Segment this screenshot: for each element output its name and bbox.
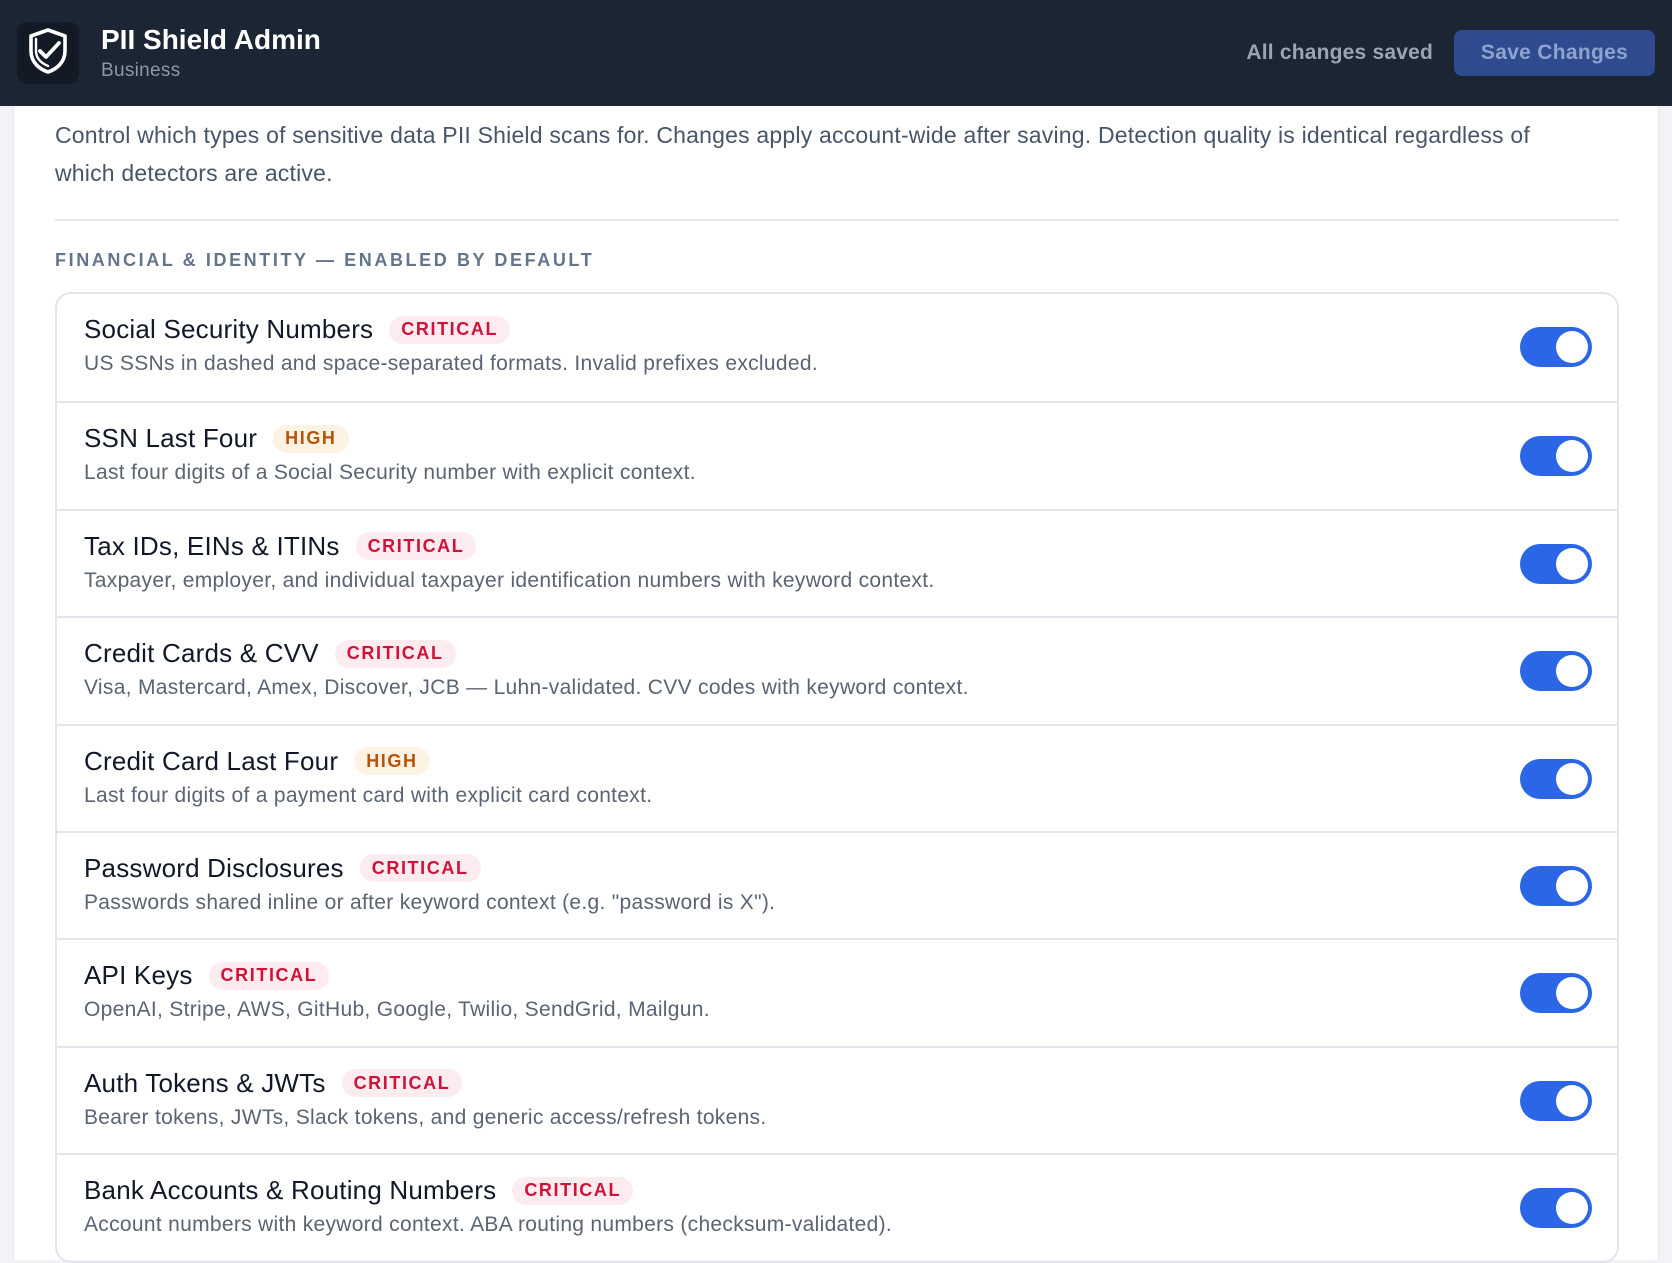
detector-title: Credit Cards & CVV: [84, 638, 319, 669]
detector-description: Last four digits of a Social Security nu…: [84, 461, 696, 485]
severity-badge: CRITICAL: [359, 854, 481, 883]
detector-title: Auth Tokens & JWTs: [84, 1067, 326, 1098]
detector-toggle[interactable]: [1520, 758, 1592, 799]
detector-row: Social Security Numbers CRITICAL US SSNs i…: [57, 294, 1617, 401]
detector-title: SSN Last Four: [84, 423, 258, 454]
detector-title-line: Credit Cards & CVV CRITICAL: [84, 638, 456, 669]
detector-description: Visa, Mastercard, Amex, Discover, JCB — …: [84, 676, 969, 700]
detector-toggle[interactable]: [1520, 865, 1592, 906]
toggle-knob: [1556, 440, 1588, 473]
detector-title: API Keys: [84, 960, 193, 991]
toggle-knob: [1556, 977, 1588, 1010]
divider: [55, 219, 1619, 221]
detector-title-line: Auth Tokens & JWTs CRITICAL: [84, 1067, 463, 1099]
detector-toggle[interactable]: [1520, 543, 1592, 584]
severity-badge: HIGH: [273, 424, 349, 453]
detector-list: Social Security Numbers CRITICAL US SSNs i…: [55, 292, 1619, 1263]
severity-badge: HIGH: [354, 747, 430, 776]
toggle-knob: [1556, 762, 1588, 795]
detector-row: Auth Tokens & JWTs CRITICAL Bearer tokens,…: [57, 1045, 1617, 1153]
logo: [17, 22, 79, 84]
detector-description: Last four digits of a payment card with …: [84, 783, 653, 807]
detector-row: Credit Card Last Four HIGH Last four digit…: [57, 723, 1617, 831]
detector-toggle[interactable]: [1520, 1188, 1592, 1229]
severity-badge: CRITICAL: [341, 1069, 463, 1098]
detector-title-line: Password Disclosures CRITICAL: [84, 853, 481, 884]
toggle-knob: [1556, 331, 1588, 363]
detector-title: Social Security Numbers: [84, 314, 374, 344]
detector-title-line: API Keys CRITICAL: [84, 960, 330, 991]
save-changes-button[interactable]: Save Changes: [1454, 30, 1655, 76]
severity-badge: CRITICAL: [389, 315, 511, 344]
settings-panel: Control which types of sensitive data PI…: [13, 106, 1659, 1263]
toggle-knob: [1556, 547, 1588, 580]
detector-title: Password Disclosures: [84, 852, 344, 883]
detector-description: US SSNs in dashed and space-separated fo…: [84, 352, 818, 375]
detector-description: Bearer tokens, JWTs, Slack tokens, and g…: [84, 1105, 767, 1129]
severity-badge: CRITICAL: [208, 961, 330, 990]
intro-text: Control which types of sensitive data PI…: [55, 122, 1530, 186]
detector-title: Credit Card Last Four: [84, 745, 339, 776]
detector-row: Credit Cards & CVV CRITICAL Visa, Masterca…: [57, 616, 1617, 723]
detector-title-line: SSN Last Four HIGH: [84, 423, 349, 454]
severity-badge: CRITICAL: [355, 532, 477, 561]
detector-title-line: Social Security Numbers CRITICAL: [84, 314, 511, 345]
detector-title-line: Tax IDs, EINs & ITINs CRITICAL: [84, 530, 477, 562]
section-heading: FINANCIAL & IDENTITY — ENABLED BY DEFAUL…: [55, 250, 595, 270]
toggle-knob: [1556, 655, 1588, 688]
detector-description: OpenAI, Stripe, AWS, GitHub, Google, Twi…: [84, 998, 710, 1022]
detector-row: API Keys CRITICAL OpenAI, Stripe, AWS, Git…: [57, 938, 1617, 1045]
detector-toggle[interactable]: [1520, 1080, 1592, 1121]
detector-toggle[interactable]: [1520, 436, 1592, 477]
detector-description: Taxpayer, employer, and individual taxpa…: [84, 568, 935, 592]
severity-badge: CRITICAL: [512, 1176, 634, 1205]
detector-title-line: Bank Accounts & Routing Numbers CRITICAL: [84, 1175, 634, 1206]
detector-title-line: Credit Card Last Four HIGH: [84, 746, 430, 777]
toggle-knob: [1556, 869, 1588, 902]
header-actions: All changes saved Save Changes: [1246, 30, 1655, 76]
detector-title: Tax IDs, EINs & ITINs: [84, 530, 340, 561]
toggle-knob: [1556, 1192, 1588, 1225]
detector-toggle[interactable]: [1520, 327, 1592, 367]
detector-row: SSN Last Four HIGH Last four digits of a S…: [57, 401, 1617, 508]
detector-toggle[interactable]: [1520, 973, 1592, 1014]
detector-toggle[interactable]: [1520, 651, 1592, 692]
plan-label: Business: [101, 60, 181, 81]
brand: PII Shield Admin Business: [101, 23, 321, 83]
detector-row: Tax IDs, EINs & ITINs CRITICAL Taxpayer, e…: [57, 508, 1617, 616]
top-bar: PII Shield Admin Business All changes sa…: [0, 0, 1672, 106]
app-title: PII Shield Admin: [101, 24, 321, 55]
shield-check-icon: [26, 27, 70, 80]
detector-description: Passwords shared inline or after keyword…: [84, 890, 776, 914]
detector-row: Password Disclosures CRITICAL Passwords sh…: [57, 830, 1617, 938]
detector-row: Bank Accounts & Routing Numbers CRITICAL A…: [57, 1153, 1617, 1260]
severity-badge: CRITICAL: [334, 639, 456, 668]
toggle-knob: [1556, 1084, 1588, 1117]
save-status: All changes saved: [1246, 41, 1433, 64]
detector-title: Bank Accounts & Routing Numbers: [84, 1175, 497, 1206]
detector-description: Account numbers with keyword context. AB…: [84, 1213, 893, 1237]
